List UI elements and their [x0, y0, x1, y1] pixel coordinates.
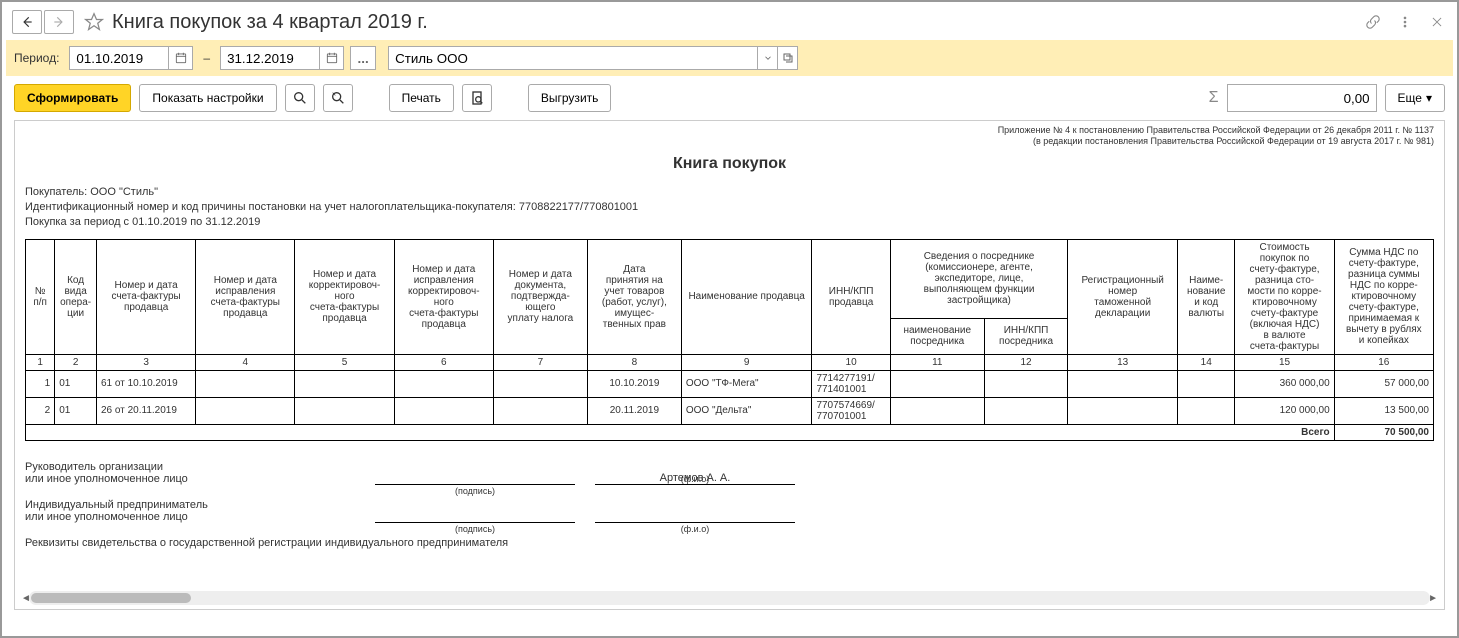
period-dash: – — [203, 51, 210, 65]
col-num-8: 8 — [587, 354, 681, 370]
window-title: Книга покупок за 4 квартал 2019 г. — [112, 11, 428, 34]
sig-rekv: Реквизиты свидетельства о государственно… — [25, 537, 1434, 549]
col-sf: Номер и дата счета-фактуры продавца — [97, 239, 196, 354]
sig-ip1: Индивидуальный предприниматель — [25, 499, 365, 511]
purchase-book-table: № п/п Код вида опера- ции Номер и дата с… — [25, 239, 1434, 441]
sum-icon: Σ — [1209, 89, 1219, 107]
col-cost: Стоимость покупок по счету-фактуре, разн… — [1235, 239, 1334, 354]
period-from-input[interactable] — [69, 46, 169, 70]
col-inn: ИНН/КПП продавца — [812, 239, 890, 354]
col-seller: Наименование продавца — [681, 239, 812, 354]
more-icon[interactable] — [1395, 12, 1415, 32]
col-num-5: 5 — [295, 354, 394, 370]
col-kor: Номер и дата корректировоч- ного счета-ф… — [295, 239, 394, 354]
generate-button[interactable]: Сформировать — [14, 84, 131, 112]
total-vat: 70 500,00 — [1334, 424, 1433, 440]
sig-line-1: (подпись) — [375, 484, 575, 485]
sig-director2: или иное уполномоченное лицо — [25, 473, 365, 485]
col-num-3: 3 — [97, 354, 196, 370]
col-date: Дата принятия на учет товаров (работ, ус… — [587, 239, 681, 354]
col-num-4: 4 — [196, 354, 295, 370]
col-decl: Регистрационный номер таможенной деклара… — [1068, 239, 1178, 354]
horizontal-scrollbar[interactable]: ◄ ► — [29, 591, 1430, 605]
sig-line-2: (подпись) — [375, 522, 575, 523]
col-num-1: 1 — [26, 354, 55, 370]
sig-ip2: или иное уполномоченное лицо — [25, 511, 365, 523]
col-num-15: 15 — [1235, 354, 1334, 370]
period-to-input[interactable] — [220, 46, 320, 70]
find-button[interactable] — [285, 84, 315, 112]
back-button[interactable] — [12, 10, 42, 34]
col-num-7: 7 — [493, 354, 587, 370]
forward-button[interactable] — [44, 10, 74, 34]
col-curr: Наиме- нование и код валюты — [1177, 239, 1234, 354]
sum-input[interactable] — [1227, 84, 1377, 112]
sig-name-1: Артемов А. А.(ф.и.о) — [595, 472, 795, 485]
show-settings-button[interactable]: Показать настройки — [139, 84, 276, 112]
col-pay: Номер и дата документа, подтвержда- ющег… — [493, 239, 587, 354]
table-row[interactable]: 20126 от 20.11.201920.11.2019ООО "Дельта… — [26, 397, 1434, 424]
org-open-button[interactable] — [778, 46, 798, 70]
col-num-13: 13 — [1068, 354, 1178, 370]
close-icon[interactable] — [1427, 12, 1447, 32]
link-icon[interactable] — [1363, 12, 1383, 32]
report-area: Приложение № 4 к постановлению Правитель… — [14, 120, 1445, 610]
col-num-16: 16 — [1334, 354, 1433, 370]
col-num-14: 14 — [1177, 354, 1234, 370]
col-intermed-name: наименование посредника — [890, 319, 984, 355]
period-picker-button[interactable]: ... — [350, 46, 376, 70]
col-code: Код вида опера- ции — [55, 239, 97, 354]
more-button[interactable]: Еще ▾ — [1385, 84, 1445, 112]
col-intermed-inn: ИНН/КПП посредника — [984, 319, 1068, 355]
calendar-from-button[interactable] — [169, 46, 193, 70]
col-korfix: Номер и дата исправления корректировоч- … — [394, 239, 493, 354]
col-num-11: 11 — [890, 354, 984, 370]
col-corr: Номер и дата исправления счета-фактуры п… — [196, 239, 295, 354]
sig-name-2: (ф.и.о) — [595, 522, 795, 523]
col-vat: Сумма НДС по счету-фактуре, разница сумм… — [1334, 239, 1433, 354]
total-label: Всего — [26, 424, 1335, 440]
table-row[interactable]: 10161 от 10.10.201910.10.2019ООО "ТФ-Mer… — [26, 370, 1434, 397]
export-button[interactable]: Выгрузить — [528, 84, 612, 112]
calendar-to-button[interactable] — [320, 46, 344, 70]
col-num-12: 12 — [984, 354, 1068, 370]
col-num-10: 10 — [812, 354, 890, 370]
col-intermed-top: Сведения о посреднике (комиссионере, аге… — [890, 239, 1068, 318]
expand-groups-button[interactable] — [323, 84, 353, 112]
col-num-9: 9 — [681, 354, 812, 370]
filter-bar: Период: – ... — [6, 40, 1453, 76]
print-preview-button[interactable] — [462, 84, 492, 112]
favorite-icon[interactable] — [82, 10, 106, 34]
appendix-text: Приложение № 4 к постановлению Правитель… — [25, 125, 1434, 147]
period-label: Период: — [14, 51, 59, 65]
print-button[interactable]: Печать — [389, 84, 454, 112]
report-title: Книга покупок — [25, 155, 1434, 173]
col-num-6: 6 — [394, 354, 493, 370]
buyer-info: Покупатель: ООО "Стиль" Идентификационны… — [25, 185, 1434, 231]
org-select-input[interactable] — [388, 46, 758, 70]
col-num-2: 2 — [55, 354, 97, 370]
sig-director1: Руководитель организации — [25, 461, 365, 473]
org-dropdown-button[interactable] — [758, 46, 778, 70]
col-num: № п/п — [26, 239, 55, 354]
